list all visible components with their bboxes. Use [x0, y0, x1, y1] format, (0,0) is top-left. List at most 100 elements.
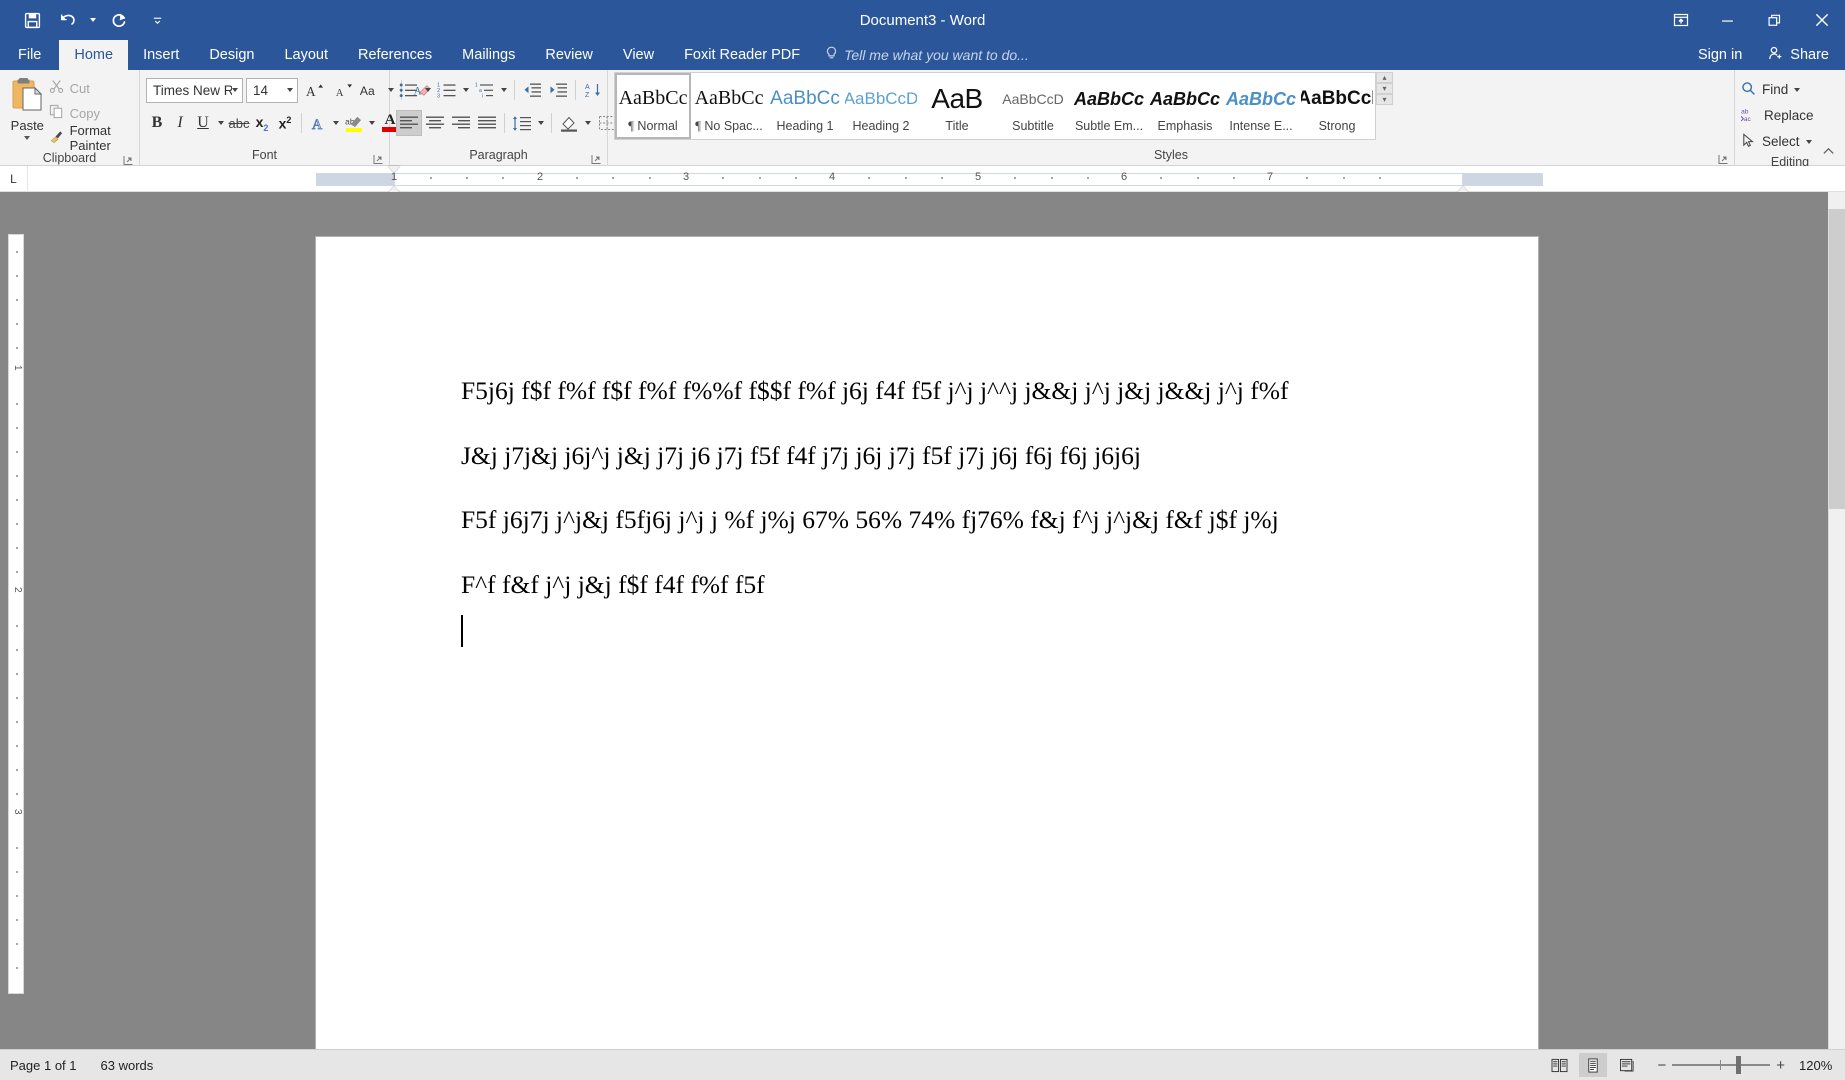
style-emphasis[interactable]: AaBbCc Emphasis	[1147, 73, 1223, 139]
numbering-icon[interactable]: 1 2 3	[434, 77, 460, 103]
style-no-spacing[interactable]: AaBbCc ¶ No Spac...	[691, 73, 767, 139]
italic-button[interactable]: I	[169, 110, 191, 136]
replace-button[interactable]: ab ac Replace	[1740, 104, 1814, 127]
tab-review[interactable]: Review	[530, 40, 608, 70]
bullets-dropdown-icon[interactable]	[422, 77, 434, 103]
multilevel-list-icon[interactable]: 1 a i	[472, 77, 498, 103]
zoom-in-button[interactable]: +	[1776, 1058, 1785, 1073]
line-spacing-icon[interactable]	[509, 110, 535, 136]
underline-button[interactable]: U	[192, 110, 214, 136]
font-size-dropdown-icon[interactable]	[287, 88, 293, 92]
shading-dropdown-icon[interactable]	[582, 110, 594, 136]
tab-mailings[interactable]: Mailings	[447, 40, 530, 70]
tab-view[interactable]: View	[608, 40, 669, 70]
select-dropdown-icon[interactable]	[1805, 139, 1812, 144]
style-normal[interactable]: AaBbCc ¶ Normal	[615, 73, 691, 139]
horizontal-ruler[interactable]: 1 2 3 4 5 6 7	[316, 166, 1543, 193]
paragraph-dialog-launcher[interactable]	[591, 152, 602, 164]
tab-layout[interactable]: Layout	[269, 40, 343, 70]
find-button[interactable]: Find	[1741, 78, 1801, 101]
style-heading-2[interactable]: AaBbCcD Heading 2	[843, 73, 919, 139]
superscript-button[interactable]: x2	[274, 110, 296, 136]
tab-stop-selector[interactable]: L	[0, 165, 28, 192]
font-name-dropdown-icon[interactable]	[232, 88, 238, 92]
close-button[interactable]	[1798, 0, 1845, 40]
split-window-handle[interactable]	[1828, 192, 1845, 209]
bold-button[interactable]: B	[146, 110, 168, 136]
multilevel-dropdown-icon[interactable]	[498, 77, 510, 103]
vertical-scrollbar[interactable]: ▲ ▼	[1828, 192, 1845, 1062]
increase-indent-icon[interactable]	[545, 77, 571, 103]
tab-references[interactable]: References	[343, 40, 447, 70]
tab-foxit-reader-pdf[interactable]: Foxit Reader PDF	[669, 40, 815, 70]
styles-scroll-up-icon[interactable]: ▴	[1376, 72, 1393, 83]
minimize-button[interactable]	[1704, 0, 1751, 40]
underline-dropdown-icon[interactable]	[215, 110, 227, 136]
undo-icon[interactable]	[50, 4, 86, 36]
read-mode-icon[interactable]	[1545, 1053, 1573, 1077]
zoom-thumb[interactable]	[1736, 1056, 1742, 1074]
numbering-dropdown-icon[interactable]	[460, 77, 472, 103]
first-line-indent-marker[interactable]	[388, 166, 400, 173]
document-paragraph[interactable]: F5j6j f$f f%f f$f f%f f%%f f$$f f%f j6j …	[461, 376, 1478, 406]
zoom-level-label[interactable]: 120%	[1799, 1058, 1837, 1073]
align-left-button[interactable]	[396, 110, 422, 136]
vertical-ruler[interactable]: 1 2 3	[8, 234, 24, 994]
redo-icon[interactable]	[100, 4, 136, 36]
copy-button[interactable]: Copy	[49, 102, 133, 124]
print-layout-icon[interactable]	[1579, 1053, 1608, 1077]
find-dropdown-icon[interactable]	[1794, 87, 1801, 92]
tab-insert[interactable]: Insert	[128, 40, 194, 70]
tab-home[interactable]: Home	[59, 40, 129, 70]
shading-icon[interactable]	[556, 110, 582, 136]
document-page[interactable]: F5j6j f$f f%f f$f f%f f%%f f$$f f%f j6j …	[316, 237, 1538, 1062]
style-subtitle[interactable]: AaBbCcD Subtitle	[995, 73, 1071, 139]
strikethrough-button[interactable]: abc	[228, 110, 250, 136]
scrollbar-thumb[interactable]	[1829, 209, 1845, 509]
align-right-button[interactable]	[448, 110, 474, 136]
styles-scroll-down-icon[interactable]: ▾	[1376, 83, 1393, 94]
change-case-icon[interactable]: Aa	[359, 77, 394, 103]
style-intense-emphasis[interactable]: AaBbCc Intense E...	[1223, 73, 1299, 139]
select-button[interactable]: Select	[1741, 130, 1812, 153]
grow-font-icon[interactable]: A	[301, 77, 327, 103]
tab-file[interactable]: File	[0, 40, 60, 70]
style-title[interactable]: AaB Title	[919, 73, 995, 139]
document-paragraph[interactable]: J&j j7j&j j6j^j j&j j7j j6 j7j f5f f4f j…	[461, 441, 1478, 471]
paste-dropdown-icon[interactable]	[24, 136, 31, 140]
sign-in-link[interactable]: Sign in	[1684, 47, 1756, 63]
cut-button[interactable]: Cut	[49, 77, 133, 99]
word-count-status[interactable]: 63 words	[101, 1058, 154, 1073]
decrease-indent-icon[interactable]	[519, 77, 545, 103]
zoom-track[interactable]	[1672, 1056, 1771, 1074]
highlight-color-icon[interactable]: ab	[343, 110, 365, 136]
format-painter-button[interactable]: Format Painter	[49, 123, 133, 153]
bullets-icon[interactable]	[396, 77, 422, 103]
style-subtle-emphasis[interactable]: AaBbCc Subtle Em...	[1071, 73, 1147, 139]
tell-me-search[interactable]: Tell me what you want to do...	[815, 40, 1039, 70]
clipboard-dialog-launcher[interactable]	[123, 153, 134, 165]
share-button[interactable]: Share	[1756, 40, 1845, 70]
font-dialog-launcher[interactable]	[373, 152, 384, 164]
font-name-combobox[interactable]: Times New R	[146, 77, 243, 103]
document-text-area[interactable]: F5j6j f$f f%f f$f f%f f%%f f$$f f%f j6j …	[461, 376, 1478, 635]
customize-quick-access-icon[interactable]	[150, 4, 164, 36]
save-icon[interactable]	[14, 4, 50, 36]
restore-button[interactable]	[1751, 0, 1798, 40]
subscript-button[interactable]: x2	[251, 110, 273, 136]
shrink-font-icon[interactable]: A	[330, 77, 356, 103]
align-center-button[interactable]	[422, 110, 448, 136]
styles-more-icon[interactable]: ▾	[1376, 94, 1393, 105]
web-layout-icon[interactable]	[1613, 1053, 1641, 1077]
collapse-ribbon-icon[interactable]	[1821, 145, 1837, 161]
zoom-out-button[interactable]: −	[1657, 1058, 1666, 1073]
sort-icon[interactable]: A Z	[580, 77, 606, 103]
style-heading-1[interactable]: AaBbCc Heading 1	[767, 73, 843, 139]
document-paragraph[interactable]: F^f f&f j^j j&j f$f f4f f%f f5f	[461, 570, 1478, 600]
undo-dropdown-icon[interactable]	[86, 4, 100, 36]
ribbon-display-options-icon[interactable]	[1657, 0, 1704, 40]
document-paragraph[interactable]: F5f j6j7j j^j&j f5fj6j j^j j %f j%j 67% …	[461, 506, 1478, 535]
styles-dialog-launcher[interactable]	[1718, 152, 1729, 164]
tab-design[interactable]: Design	[194, 40, 269, 70]
highlight-dropdown-icon[interactable]	[366, 110, 378, 136]
